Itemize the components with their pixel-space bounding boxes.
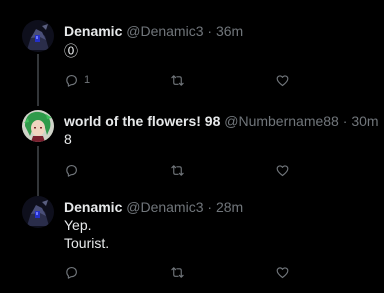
tweet[interactable]: Denamic @Denamic3 · 28m Yep. Tourist. bbox=[0, 196, 384, 293]
conversation-thread: Denamic @Denamic3 · 36m ⓪ 1 world of the… bbox=[0, 0, 384, 293]
meta-separator: · bbox=[342, 113, 348, 129]
tweet-timestamp[interactable]: 30m bbox=[351, 113, 378, 129]
heart-icon bbox=[276, 266, 289, 278]
retweet-icon bbox=[171, 74, 184, 86]
heart-icon bbox=[276, 74, 289, 86]
tweet-actions bbox=[64, 160, 364, 180]
tweet-header: world of the flowers! 98 @Numbername88 ·… bbox=[64, 112, 379, 130]
like-button[interactable] bbox=[275, 70, 290, 90]
tweet-text-line: 8 bbox=[64, 131, 72, 147]
tweet-actions bbox=[64, 262, 364, 282]
reply-icon bbox=[66, 74, 77, 87]
user-handle[interactable]: @Denamic3 bbox=[126, 199, 203, 215]
tweet-text: Yep. Tourist. bbox=[64, 216, 109, 252]
user-handle[interactable]: @Denamic3 bbox=[126, 23, 203, 39]
denamic-avatar-image bbox=[22, 196, 54, 228]
avatar[interactable] bbox=[22, 196, 54, 228]
flowers-avatar-image bbox=[22, 110, 54, 142]
heart-icon bbox=[276, 164, 289, 176]
tweet-text: ⓪ bbox=[64, 42, 78, 60]
tweet-actions: 1 bbox=[64, 70, 364, 90]
reply-button[interactable] bbox=[64, 160, 84, 180]
avatar[interactable] bbox=[22, 110, 54, 142]
retweet-icon bbox=[171, 164, 184, 176]
tweet-text-line: Yep. bbox=[64, 217, 92, 233]
retweet-icon bbox=[171, 266, 184, 278]
retweet-button[interactable] bbox=[170, 70, 185, 90]
meta-separator: · bbox=[207, 199, 213, 215]
display-name[interactable]: world of the flowers! 98 bbox=[64, 113, 220, 129]
user-handle[interactable]: @Numbername88 bbox=[224, 113, 339, 129]
retweet-button[interactable] bbox=[170, 160, 185, 180]
retweet-button[interactable] bbox=[170, 262, 185, 282]
tweet-header: Denamic @Denamic3 · 28m bbox=[64, 198, 243, 216]
tweet-text: 8 bbox=[64, 130, 72, 148]
like-button[interactable] bbox=[275, 160, 290, 180]
reply-icon bbox=[66, 164, 77, 177]
reply-button[interactable] bbox=[64, 262, 84, 282]
tweet-timestamp[interactable]: 28m bbox=[216, 199, 243, 215]
tweet-timestamp[interactable]: 36m bbox=[216, 23, 243, 39]
reply-button[interactable]: 1 bbox=[64, 70, 90, 90]
display-name[interactable]: Denamic bbox=[64, 23, 122, 39]
tweet[interactable]: world of the flowers! 98 @Numbername88 ·… bbox=[0, 100, 384, 196]
tweet[interactable]: Denamic @Denamic3 · 36m ⓪ 1 bbox=[0, 0, 384, 100]
tweet-header: Denamic @Denamic3 · 36m bbox=[64, 22, 243, 40]
avatar[interactable] bbox=[22, 20, 54, 52]
tweet-text-line: Tourist. bbox=[64, 235, 110, 251]
reply-count: 1 bbox=[84, 74, 91, 86]
display-name[interactable]: Denamic bbox=[64, 199, 122, 215]
meta-separator: · bbox=[207, 23, 213, 39]
reply-icon bbox=[66, 266, 77, 279]
denamic-avatar-image bbox=[22, 20, 54, 52]
like-button[interactable] bbox=[275, 262, 290, 282]
tweet-text-line: ⓪ bbox=[64, 43, 78, 59]
